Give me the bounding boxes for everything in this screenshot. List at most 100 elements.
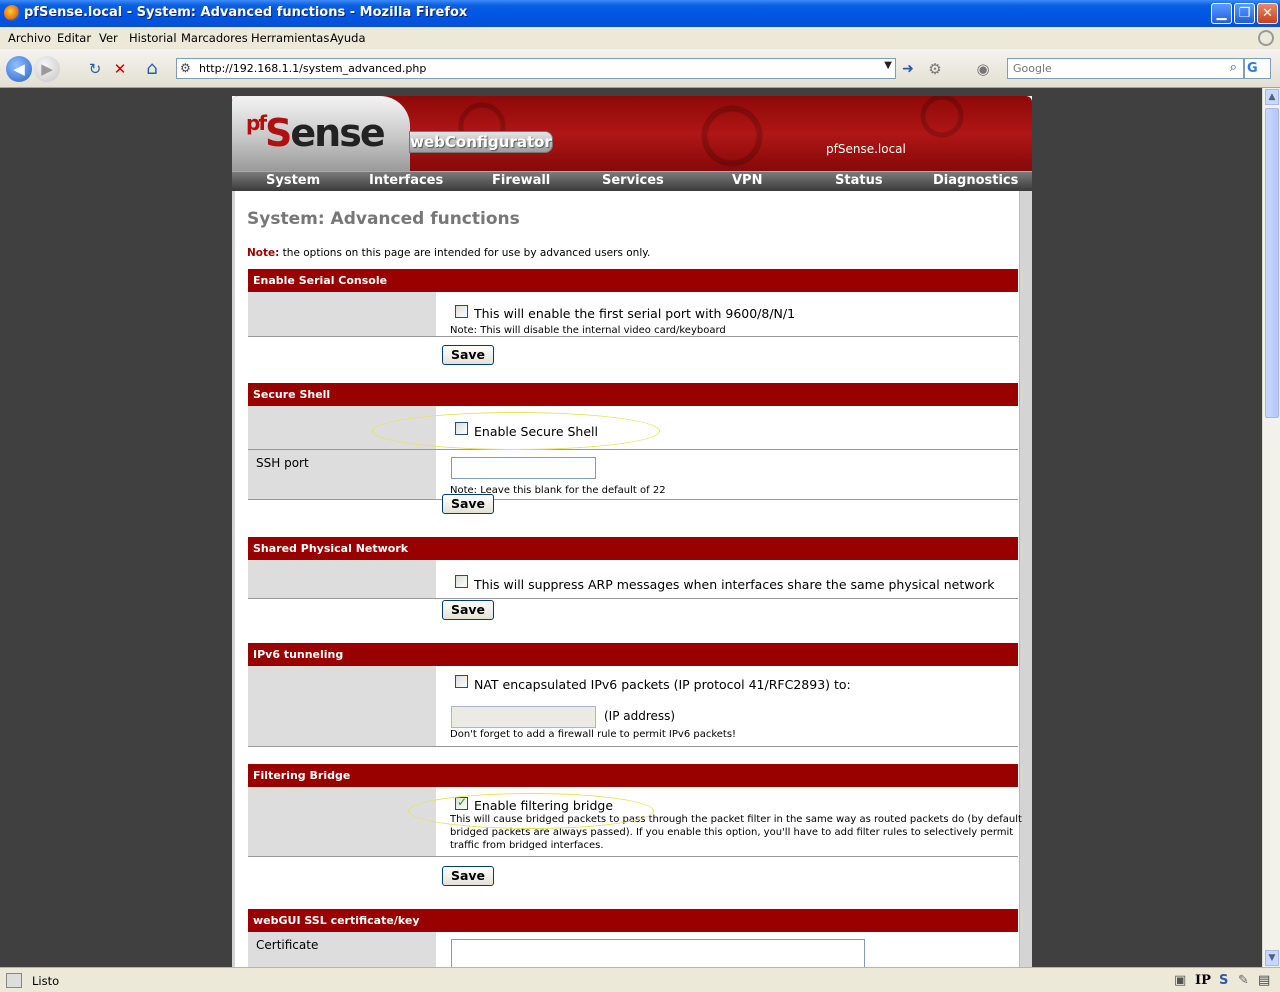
ssh-save-button[interactable]: Save xyxy=(442,494,494,514)
tray-s-icon[interactable]: S xyxy=(1219,973,1228,988)
ssh-port-input[interactable] xyxy=(451,457,596,479)
scroll-thumb[interactable] xyxy=(1265,108,1279,418)
menu-ver[interactable]: Ver xyxy=(99,31,118,45)
ipv6-value-cell: NAT encapsulated IPv6 packets (IP protoc… xyxy=(441,666,1018,746)
site-icon: ⚙ xyxy=(180,61,191,75)
ssl-cert-textarea[interactable] xyxy=(451,939,865,967)
bridge-highlight-ellipse xyxy=(408,793,654,829)
page-note: Note: the options on this page are inten… xyxy=(247,247,651,259)
menubar: Archivo Editar Ver Historial Marcadores … xyxy=(0,27,1280,49)
home-button[interactable]: ⌂ xyxy=(139,56,165,82)
nav-system[interactable]: System xyxy=(266,173,320,188)
ipv6-ip-input[interactable] xyxy=(451,706,596,728)
menu-archivo[interactable]: Archivo xyxy=(8,31,51,45)
ssh-port-label: SSH port xyxy=(248,450,436,499)
nav-diagnostics[interactable]: Diagnostics xyxy=(933,173,1018,188)
pfsense-page: pfSense webConfigurator pfSense.local Sy… xyxy=(232,96,1032,967)
nav-status[interactable]: Status xyxy=(835,173,883,188)
shared-value-cell: This will suppress ARP messages when int… xyxy=(441,560,1018,598)
minimize-button[interactable]: ▁ xyxy=(1211,3,1232,24)
bridge-save-button[interactable]: Save xyxy=(442,866,494,886)
menu-marcadores[interactable]: Marcadores xyxy=(181,31,248,45)
ssh-highlight-ellipse xyxy=(372,412,660,450)
shared-save-button[interactable]: Save xyxy=(442,600,494,620)
pfsense-logo[interactable]: pfSense xyxy=(232,96,410,171)
tray-ip-icon[interactable]: IP xyxy=(1195,973,1211,988)
webconfigurator-badge: webConfigurator xyxy=(409,131,553,153)
hostname: pfSense.local xyxy=(826,142,906,156)
content-viewport: pfSense webConfigurator pfSense.local Sy… xyxy=(0,88,1262,967)
section-bridge-header: Filtering Bridge xyxy=(248,764,1018,787)
forward-button[interactable]: ▶ xyxy=(34,56,60,82)
serial-console-checkbox[interactable] xyxy=(455,305,468,318)
nav-services[interactable]: Services xyxy=(602,173,664,188)
section-shared-header: Shared Physical Network xyxy=(248,537,1018,560)
tray-tools-icon[interactable]: ✎ xyxy=(1238,973,1249,988)
page-left-border xyxy=(232,191,235,967)
menu-editar[interactable]: Editar xyxy=(57,31,91,45)
shared-label-cell xyxy=(248,560,436,598)
nav-firewall[interactable]: Firewall xyxy=(492,173,550,188)
tray-network-icon[interactable]: ▣ xyxy=(1174,973,1186,988)
search-input[interactable] xyxy=(1008,59,1208,78)
menu-historial[interactable]: Historial xyxy=(129,31,177,45)
ipv6-row: NAT encapsulated IPv6 packets (IP protoc… xyxy=(248,666,1018,747)
firefox-icon xyxy=(4,5,20,21)
bridge-row: Enable filtering bridge This will cause … xyxy=(248,787,1022,857)
extension-icon[interactable]: ⚙ xyxy=(922,56,948,82)
stop-button[interactable]: ✕ xyxy=(107,56,133,82)
ipv6-nat-label: NAT encapsulated IPv6 packets (IP protoc… xyxy=(474,677,851,692)
tray-resize-icon: ▤ xyxy=(1258,973,1271,988)
section-ssh-header: Secure Shell xyxy=(248,383,1018,406)
url-dropdown-icon[interactable]: ▼ xyxy=(884,60,892,71)
window-titlebar: pfSense.local - System: Advanced functio… xyxy=(0,0,1280,27)
scroll-down-icon[interactable]: ▼ xyxy=(1265,950,1279,966)
menu-ayuda[interactable]: Ayuda xyxy=(330,31,366,45)
shared-row: This will suppress ARP messages when int… xyxy=(248,560,1018,599)
search-icon[interactable]: ⌕ xyxy=(1230,60,1237,75)
serial-console-note: Note: This will disable the internal vid… xyxy=(450,325,726,336)
go-button[interactable]: ➜ xyxy=(895,56,921,82)
ipv6-note: Don't forget to add a firewall rule to p… xyxy=(450,729,737,740)
ssh-port-value-cell: Note: Leave this blank for the default o… xyxy=(441,450,1018,499)
shared-network-checkbox[interactable] xyxy=(455,575,468,588)
nav-interfaces[interactable]: Interfaces xyxy=(369,173,443,188)
status-page-icon xyxy=(6,973,22,988)
ipv6-label-cell xyxy=(248,666,436,746)
window-title: pfSense.local - System: Advanced functio… xyxy=(24,5,468,20)
throbber-icon xyxy=(1258,30,1274,46)
scroll-up-icon[interactable]: ▲ xyxy=(1265,89,1279,105)
page-title: System: Advanced functions xyxy=(247,209,520,229)
section-ssl-header: webGUI SSL certificate/key xyxy=(248,909,1018,932)
maximize-button[interactable]: ❐ xyxy=(1234,3,1255,24)
ssh-port-row: SSH port Note: Leave this blank for the … xyxy=(248,450,1018,500)
serial-value-cell: This will enable the first serial port w… xyxy=(441,292,1018,336)
search-box[interactable]: ⌕ xyxy=(1007,58,1244,79)
serial-console-label: This will enable the first serial port w… xyxy=(474,306,796,321)
main-nav: System Interfaces Firewall Services VPN … xyxy=(232,171,1032,191)
url-text: http://192.168.1.1/system_advanced.php xyxy=(199,62,427,75)
close-button[interactable]: ✕ xyxy=(1257,3,1278,24)
section-serial-header: Enable Serial Console xyxy=(248,269,1018,292)
ipv6-nat-checkbox[interactable] xyxy=(455,675,468,688)
status-bar: Listo ▣ IP S ✎ ▤ xyxy=(0,967,1280,992)
ipv6-ip-suffix: (IP address) xyxy=(604,709,676,723)
url-bar[interactable]: ⚙ http://192.168.1.1/system_advanced.php… xyxy=(176,58,896,79)
section-ipv6-header: IPv6 tunneling xyxy=(248,643,1018,666)
logo-text: pfSense xyxy=(246,111,386,155)
search-engine-selector[interactable]: G xyxy=(1244,58,1271,79)
menu-herramientas[interactable]: Herramientas xyxy=(251,31,329,45)
back-button[interactable]: ◀ xyxy=(6,56,32,82)
navigation-toolbar: ◀ ▶ ↻ ✕ ⌂ ⚙ http://192.168.1.1/system_ad… xyxy=(0,49,1280,88)
vertical-scrollbar[interactable]: ▲ ▼ xyxy=(1262,88,1280,967)
ssl-cert-row: Certificate xyxy=(248,932,1018,967)
bridge-label-cell xyxy=(248,787,436,856)
security-icon[interactable]: ◉ xyxy=(970,56,996,82)
ssl-cert-label: Certificate xyxy=(248,932,436,967)
reload-button[interactable]: ↻ xyxy=(82,56,108,82)
ssl-cert-value-cell xyxy=(441,932,1018,967)
serial-label-cell xyxy=(248,292,436,336)
status-text: Listo xyxy=(32,974,60,988)
serial-save-button[interactable]: Save xyxy=(442,345,494,365)
nav-vpn[interactable]: VPN xyxy=(732,173,762,188)
